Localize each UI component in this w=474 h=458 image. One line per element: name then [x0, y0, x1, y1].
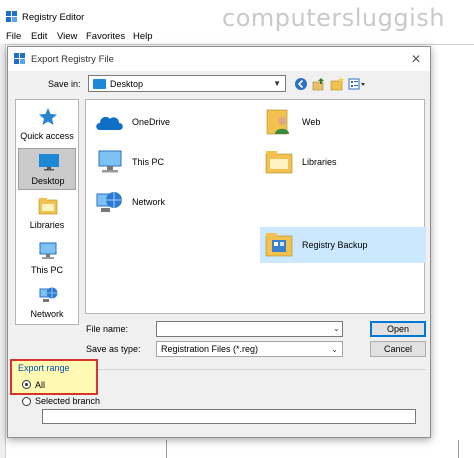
user-folder-icon — [266, 109, 289, 135]
place-label: Quick access — [20, 131, 74, 141]
watermark: computersluggish — [222, 4, 445, 32]
network-icon — [39, 287, 58, 302]
save-as-type-select[interactable]: Registration Files (*.reg) ⌄ — [156, 341, 343, 357]
registry-editor-icon — [14, 53, 25, 64]
libraries-folder-icon — [265, 151, 293, 174]
dialog-titlebar: Export Registry File ✕ — [8, 47, 430, 71]
save-in-value: Desktop — [110, 79, 144, 89]
place-label: Desktop — [31, 176, 65, 186]
pane-divider-right — [458, 440, 459, 458]
list-item-this-pc[interactable]: This PC — [90, 144, 250, 180]
place-label: Network — [30, 309, 64, 319]
place-desktop[interactable]: Desktop — [18, 148, 76, 190]
item-label: This PC — [132, 157, 165, 167]
selected-branch-input[interactable] — [42, 409, 416, 424]
libraries-icon — [38, 198, 58, 215]
file-name-input[interactable] — [156, 321, 343, 337]
close-icon[interactable]: ✕ — [408, 51, 424, 67]
save-as-type-value: Registration Files (*.reg) — [161, 344, 259, 354]
place-network[interactable]: Network — [18, 282, 76, 324]
export-registry-dialog: Export Registry File ✕ Save in: Desktop … — [7, 46, 431, 438]
menu-view[interactable]: View — [57, 31, 77, 42]
registry-editor-icon — [6, 11, 17, 22]
place-label: This PC — [30, 265, 63, 275]
save-in-label: Save in: — [48, 79, 81, 89]
this-pc-icon — [98, 150, 122, 173]
new-folder-icon[interactable] — [330, 77, 344, 91]
item-label: Web — [302, 117, 321, 127]
network-icon — [96, 192, 122, 212]
item-label: Registry Backup — [302, 240, 368, 250]
chevron-down-icon: ⌄ — [331, 345, 338, 354]
save-in-combo[interactable]: Desktop ▼ — [88, 75, 286, 92]
list-item-onedrive[interactable]: OneDrive — [90, 104, 250, 140]
place-label: Libraries — [29, 220, 65, 230]
radio-all[interactable] — [22, 380, 31, 389]
places-bar: Quick access Desktop Libraries This PC N… — [15, 99, 79, 325]
place-libraries[interactable]: Libraries — [18, 193, 76, 235]
menu-favorites[interactable]: Favorites — [86, 31, 125, 42]
folder-icon — [265, 233, 293, 257]
file-list[interactable]: OneDrive Web This PC Libraries Network R… — [85, 99, 426, 314]
radio-selected-dot — [25, 383, 28, 386]
menu-bar: File Edit View Favorites Help — [0, 30, 474, 44]
desktop-folder-icon — [93, 79, 106, 89]
star-icon — [39, 108, 57, 125]
list-item-web[interactable]: Web — [260, 104, 420, 140]
cancel-button[interactable]: Cancel — [370, 341, 426, 357]
view-menu-icon[interactable] — [348, 77, 366, 91]
list-item-registry-backup[interactable]: Registry Backup — [260, 227, 426, 263]
place-this-pc[interactable]: This PC — [18, 238, 76, 280]
this-pc-icon — [39, 242, 57, 259]
item-label: Network — [132, 197, 166, 207]
place-quick-access[interactable]: Quick access — [18, 104, 76, 146]
desktop-icon — [39, 154, 59, 171]
list-item-network[interactable]: Network — [90, 184, 250, 220]
registry-left-strip — [0, 44, 6, 458]
back-icon[interactable] — [294, 77, 308, 91]
onedrive-icon — [96, 116, 123, 130]
menu-help[interactable]: Help — [133, 31, 153, 42]
item-label: OneDrive — [132, 117, 171, 127]
chevron-down-icon: ▼ — [273, 79, 281, 88]
file-name-label: File name: — [86, 324, 129, 334]
up-folder-icon[interactable] — [312, 77, 326, 91]
radio-selected-branch-label[interactable]: Selected branch — [35, 396, 100, 406]
menu-file[interactable]: File — [6, 31, 21, 42]
radio-all-label[interactable]: All — [35, 380, 45, 390]
open-button[interactable]: Open — [370, 321, 426, 337]
export-range-title: Export range — [18, 363, 70, 373]
pane-divider[interactable] — [166, 440, 167, 458]
item-label: Libraries — [302, 157, 337, 167]
list-item-libraries[interactable]: Libraries — [260, 144, 420, 180]
menu-edit[interactable]: Edit — [31, 31, 47, 42]
save-as-type-label: Save as type: — [86, 344, 141, 354]
dialog-title: Export Registry File — [31, 54, 114, 65]
radio-selected-branch[interactable] — [22, 397, 31, 406]
registry-editor-title: Registry Editor — [22, 12, 85, 23]
